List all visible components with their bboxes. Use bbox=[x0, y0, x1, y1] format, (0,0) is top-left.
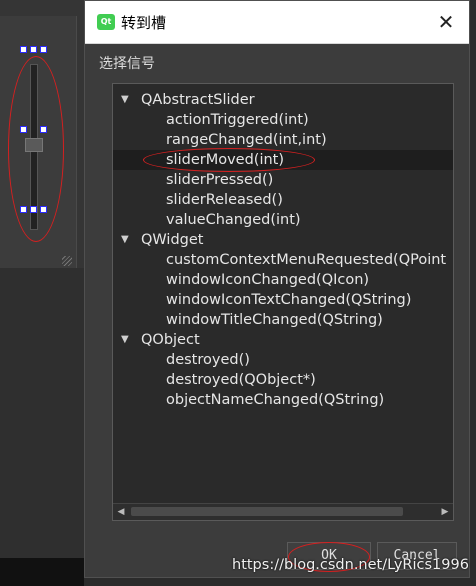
tree-signal-item[interactable]: windowIconChanged(QIcon) bbox=[113, 270, 453, 290]
tree-item-label: actionTriggered(int) bbox=[166, 112, 309, 128]
tree-item-label: QObject bbox=[141, 332, 200, 348]
expand-arrow-icon[interactable]: ▼ bbox=[121, 230, 129, 250]
selection-handle[interactable] bbox=[20, 46, 27, 53]
resize-grip-icon[interactable] bbox=[62, 256, 72, 266]
selection-handle[interactable] bbox=[30, 46, 37, 53]
tree-signal-item[interactable]: sliderPressed() bbox=[113, 170, 453, 190]
tree-signal-item[interactable]: customContextMenuRequested(QPoint bbox=[113, 250, 453, 270]
tree-signal-item[interactable]: sliderReleased() bbox=[113, 190, 453, 210]
annotation-ellipse-selected-signal bbox=[143, 148, 315, 172]
tree-signal-item[interactable]: destroyed(QObject*) bbox=[113, 370, 453, 390]
select-signal-label: 选择信号 bbox=[99, 56, 155, 72]
tree-signal-item[interactable]: objectNameChanged(QString) bbox=[113, 390, 453, 410]
tree-signal-item[interactable]: windowIconTextChanged(QString) bbox=[113, 290, 453, 310]
tree-signal-item[interactable]: destroyed() bbox=[113, 350, 453, 370]
tree-signal-item[interactable]: rangeChanged(int,int) bbox=[113, 130, 453, 150]
close-button[interactable]: ✕ bbox=[423, 1, 469, 43]
watermark-text: https://blog.csdn.net/LyRics1996 bbox=[232, 557, 469, 573]
selection-handle[interactable] bbox=[40, 46, 47, 53]
tree-item-label: destroyed() bbox=[166, 352, 250, 368]
scroll-left-icon[interactable]: ◀ bbox=[113, 504, 129, 520]
tree-item-label: destroyed(QObject*) bbox=[166, 372, 316, 388]
tree-signal-item[interactable]: valueChanged(int) bbox=[113, 210, 453, 230]
scroll-right-icon[interactable]: ▶ bbox=[437, 504, 453, 520]
horizontal-scrollbar[interactable]: ◀ ▶ bbox=[113, 503, 453, 520]
editor-lower-panel bbox=[0, 268, 84, 558]
signal-tree[interactable]: ▼ QAbstractSlider actionTriggered(int) rang… bbox=[112, 83, 454, 521]
annotation-ellipse-slider bbox=[8, 56, 64, 242]
expand-arrow-icon[interactable]: ▼ bbox=[121, 330, 129, 350]
dialog-titlebar: Qt 转到槽 ✕ bbox=[85, 1, 469, 44]
scrollbar-thumb[interactable] bbox=[131, 507, 403, 516]
tree-group-item[interactable]: ▼ QObject bbox=[113, 330, 453, 350]
form-canvas bbox=[0, 16, 77, 269]
tree-item-label: QAbstractSlider bbox=[141, 92, 255, 108]
tree-item-label: rangeChanged(int,int) bbox=[166, 132, 327, 148]
tree-item-label: objectNameChanged(QString) bbox=[166, 392, 385, 408]
editor-status-strip bbox=[0, 558, 84, 586]
tree-group-item[interactable]: ▼ QAbstractSlider bbox=[113, 90, 453, 110]
tree-item-label: QWidget bbox=[141, 232, 204, 248]
tree-item-label: sliderReleased() bbox=[166, 192, 283, 208]
tree-group-item[interactable]: ▼ QWidget bbox=[113, 230, 453, 250]
tree-item-label: valueChanged(int) bbox=[166, 212, 301, 228]
tree-item-label: windowTitleChanged(QString) bbox=[166, 312, 383, 328]
tree-item-label: sliderPressed() bbox=[166, 172, 274, 188]
tree-item-label: customContextMenuRequested(QPoint bbox=[166, 252, 447, 268]
tree-item-label: windowIconTextChanged(QString) bbox=[166, 292, 412, 308]
go-to-slot-dialog: Qt 转到槽 ✕ 选择信号 ▼ QAbstractSlider actionTrig… bbox=[84, 0, 470, 578]
tree-signal-item[interactable]: actionTriggered(int) bbox=[113, 110, 453, 130]
qt-logo-icon: Qt bbox=[97, 14, 115, 30]
tree-item-label: windowIconChanged(QIcon) bbox=[166, 272, 370, 288]
expand-arrow-icon[interactable]: ▼ bbox=[121, 90, 129, 110]
dialog-title: 转到槽 bbox=[121, 14, 167, 32]
tree-signal-item[interactable]: windowTitleChanged(QString) bbox=[113, 310, 453, 330]
